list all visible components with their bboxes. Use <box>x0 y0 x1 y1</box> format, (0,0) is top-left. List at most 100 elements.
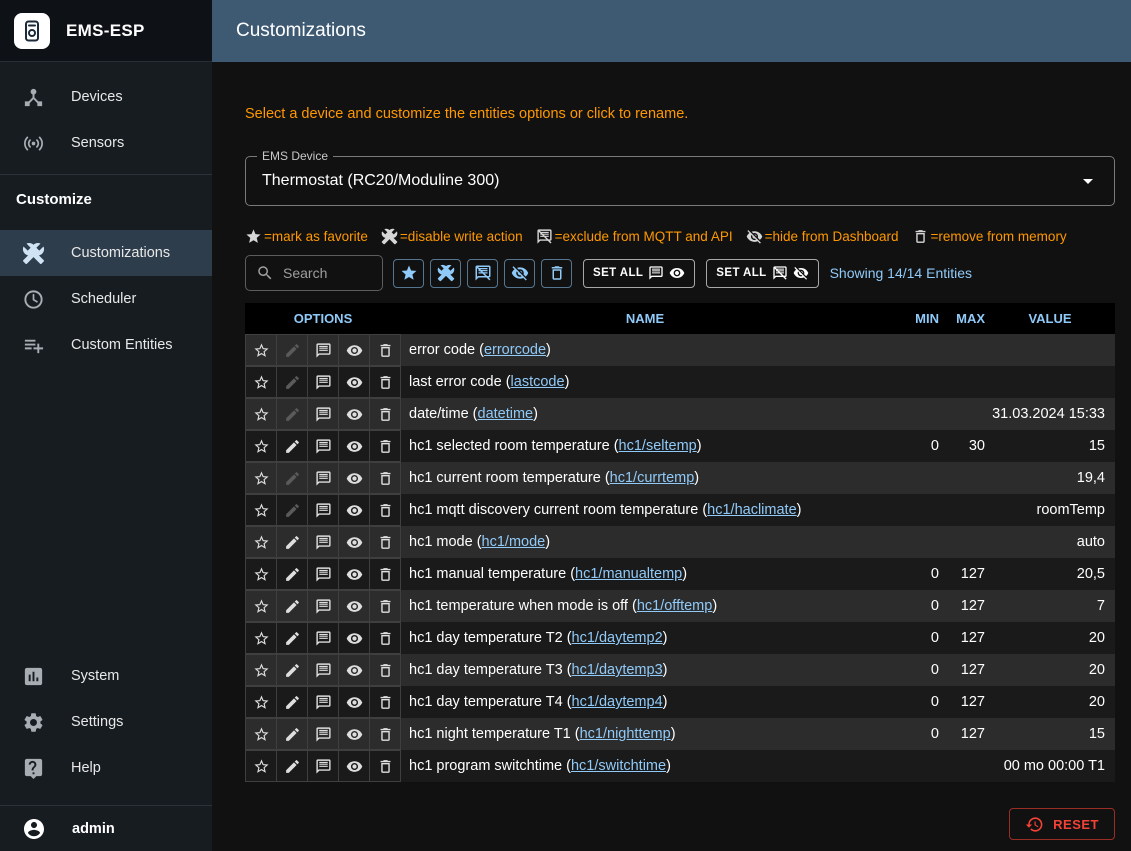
favorite-toggle[interactable] <box>245 494 277 526</box>
favorite-toggle[interactable] <box>245 686 277 718</box>
favorite-toggle[interactable] <box>245 590 277 622</box>
delete-toggle[interactable] <box>369 494 401 526</box>
entity-name[interactable]: hc1 current room temperature (hc1/currte… <box>401 470 889 486</box>
table-row[interactable]: hc1 program switchtime (hc1/switchtime) … <box>245 750 1115 782</box>
filter-hide-dashboard-button[interactable] <box>504 259 535 288</box>
entity-name[interactable]: hc1 day temperature T3 (hc1/daytemp3) <box>401 662 889 678</box>
exclude-mqtt-toggle[interactable] <box>307 494 339 526</box>
entity-name[interactable]: hc1 manual temperature (hc1/manualtemp) <box>401 566 889 582</box>
favorite-toggle[interactable] <box>245 654 277 686</box>
entity-shortname-link[interactable]: lastcode <box>511 374 565 390</box>
table-row[interactable]: error code (errorcode) <box>245 334 1115 366</box>
exclude-mqtt-toggle[interactable] <box>307 366 339 398</box>
table-row[interactable]: hc1 mode (hc1/mode) auto <box>245 526 1115 558</box>
visibility-toggle[interactable] <box>338 558 370 590</box>
entity-name[interactable]: hc1 program switchtime (hc1/switchtime) <box>401 758 889 774</box>
filter-remove-memory-button[interactable] <box>541 259 572 288</box>
visibility-toggle[interactable] <box>338 398 370 430</box>
edit-toggle[interactable] <box>276 558 308 590</box>
edit-toggle[interactable] <box>276 590 308 622</box>
delete-toggle[interactable] <box>369 622 401 654</box>
visibility-toggle[interactable] <box>338 622 370 654</box>
entity-name[interactable]: hc1 day temperature T2 (hc1/daytemp2) <box>401 630 889 646</box>
table-row[interactable]: hc1 selected room temperature (hc1/selte… <box>245 430 1115 462</box>
favorite-toggle[interactable] <box>245 718 277 750</box>
delete-toggle[interactable] <box>369 718 401 750</box>
entity-name[interactable]: hc1 temperature when mode is off (hc1/of… <box>401 598 889 614</box>
edit-toggle[interactable] <box>276 654 308 686</box>
set-all-off-button[interactable]: SET ALL <box>706 259 818 288</box>
entity-shortname-link[interactable]: hc1/nighttemp <box>580 726 671 742</box>
visibility-toggle[interactable] <box>338 718 370 750</box>
edit-toggle[interactable] <box>276 398 308 430</box>
table-row[interactable]: hc1 mqtt discovery current room temperat… <box>245 494 1115 526</box>
edit-toggle[interactable] <box>276 686 308 718</box>
delete-toggle[interactable] <box>369 654 401 686</box>
entity-name[interactable]: hc1 selected room temperature (hc1/selte… <box>401 438 889 454</box>
entity-shortname-link[interactable]: hc1/daytemp2 <box>572 630 663 646</box>
entity-shortname-link[interactable]: hc1/currtemp <box>610 470 695 486</box>
edit-toggle[interactable] <box>276 494 308 526</box>
table-row[interactable]: hc1 manual temperature (hc1/manualtemp) … <box>245 558 1115 590</box>
entity-name[interactable]: hc1 mode (hc1/mode) <box>401 534 889 550</box>
exclude-mqtt-toggle[interactable] <box>307 462 339 494</box>
table-row[interactable]: date/time (datetime) 31.03.2024 15:33 <box>245 398 1115 430</box>
exclude-mqtt-toggle[interactable] <box>307 558 339 590</box>
edit-toggle[interactable] <box>276 750 308 782</box>
filter-favorite-button[interactable] <box>393 259 424 288</box>
entity-shortname-link[interactable]: hc1/manualtemp <box>575 566 682 582</box>
table-row[interactable]: hc1 day temperature T3 (hc1/daytemp3) 0 … <box>245 654 1115 686</box>
entity-shortname-link[interactable]: hc1/daytemp3 <box>572 662 663 678</box>
edit-toggle[interactable] <box>276 366 308 398</box>
favorite-toggle[interactable] <box>245 526 277 558</box>
reset-button[interactable]: RESET <box>1009 808 1115 840</box>
visibility-toggle[interactable] <box>338 430 370 462</box>
delete-toggle[interactable] <box>369 462 401 494</box>
edit-toggle[interactable] <box>276 718 308 750</box>
visibility-toggle[interactable] <box>338 366 370 398</box>
exclude-mqtt-toggle[interactable] <box>307 430 339 462</box>
edit-toggle[interactable] <box>276 622 308 654</box>
delete-toggle[interactable] <box>369 590 401 622</box>
delete-toggle[interactable] <box>369 430 401 462</box>
delete-toggle[interactable] <box>369 558 401 590</box>
delete-toggle[interactable] <box>369 398 401 430</box>
delete-toggle[interactable] <box>369 334 401 366</box>
entity-name[interactable]: error code (errorcode) <box>401 342 889 358</box>
entity-shortname-link[interactable]: hc1/haclimate <box>707 502 796 518</box>
favorite-toggle[interactable] <box>245 334 277 366</box>
exclude-mqtt-toggle[interactable] <box>307 718 339 750</box>
favorite-toggle[interactable] <box>245 366 277 398</box>
visibility-toggle[interactable] <box>338 494 370 526</box>
exclude-mqtt-toggle[interactable] <box>307 686 339 718</box>
favorite-toggle[interactable] <box>245 462 277 494</box>
visibility-toggle[interactable] <box>338 334 370 366</box>
entity-name[interactable]: last error code (lastcode) <box>401 374 889 390</box>
table-row[interactable]: hc1 temperature when mode is off (hc1/of… <box>245 590 1115 622</box>
exclude-mqtt-toggle[interactable] <box>307 750 339 782</box>
ems-device-select[interactable]: EMS Device Thermostat (RC20/Moduline 300… <box>245 156 1115 206</box>
sidebar-item-devices[interactable]: Devices <box>0 74 212 120</box>
visibility-toggle[interactable] <box>338 590 370 622</box>
sidebar-item-system[interactable]: System <box>0 653 212 699</box>
favorite-toggle[interactable] <box>245 622 277 654</box>
entity-name[interactable]: hc1 day temperature T4 (hc1/daytemp4) <box>401 694 889 710</box>
exclude-mqtt-toggle[interactable] <box>307 526 339 558</box>
exclude-mqtt-toggle[interactable] <box>307 622 339 654</box>
entity-name[interactable]: hc1 mqtt discovery current room temperat… <box>401 502 889 518</box>
edit-toggle[interactable] <box>276 526 308 558</box>
edit-toggle[interactable] <box>276 430 308 462</box>
sidebar-item-custom-entities[interactable]: Custom Entities <box>0 322 212 368</box>
entity-shortname-link[interactable]: hc1/daytemp4 <box>572 694 663 710</box>
entity-shortname-link[interactable]: hc1/offtemp <box>637 598 713 614</box>
search-input[interactable] <box>283 265 372 281</box>
table-row[interactable]: hc1 day temperature T2 (hc1/daytemp2) 0 … <box>245 622 1115 654</box>
visibility-toggle[interactable] <box>338 750 370 782</box>
sidebar-item-customizations[interactable]: Customizations <box>0 230 212 276</box>
entity-name[interactable]: hc1 night temperature T1 (hc1/nighttemp) <box>401 726 889 742</box>
delete-toggle[interactable] <box>369 750 401 782</box>
entity-name[interactable]: date/time (datetime) <box>401 406 889 422</box>
exclude-mqtt-toggle[interactable] <box>307 334 339 366</box>
table-row[interactable]: hc1 night temperature T1 (hc1/nighttemp)… <box>245 718 1115 750</box>
visibility-toggle[interactable] <box>338 462 370 494</box>
